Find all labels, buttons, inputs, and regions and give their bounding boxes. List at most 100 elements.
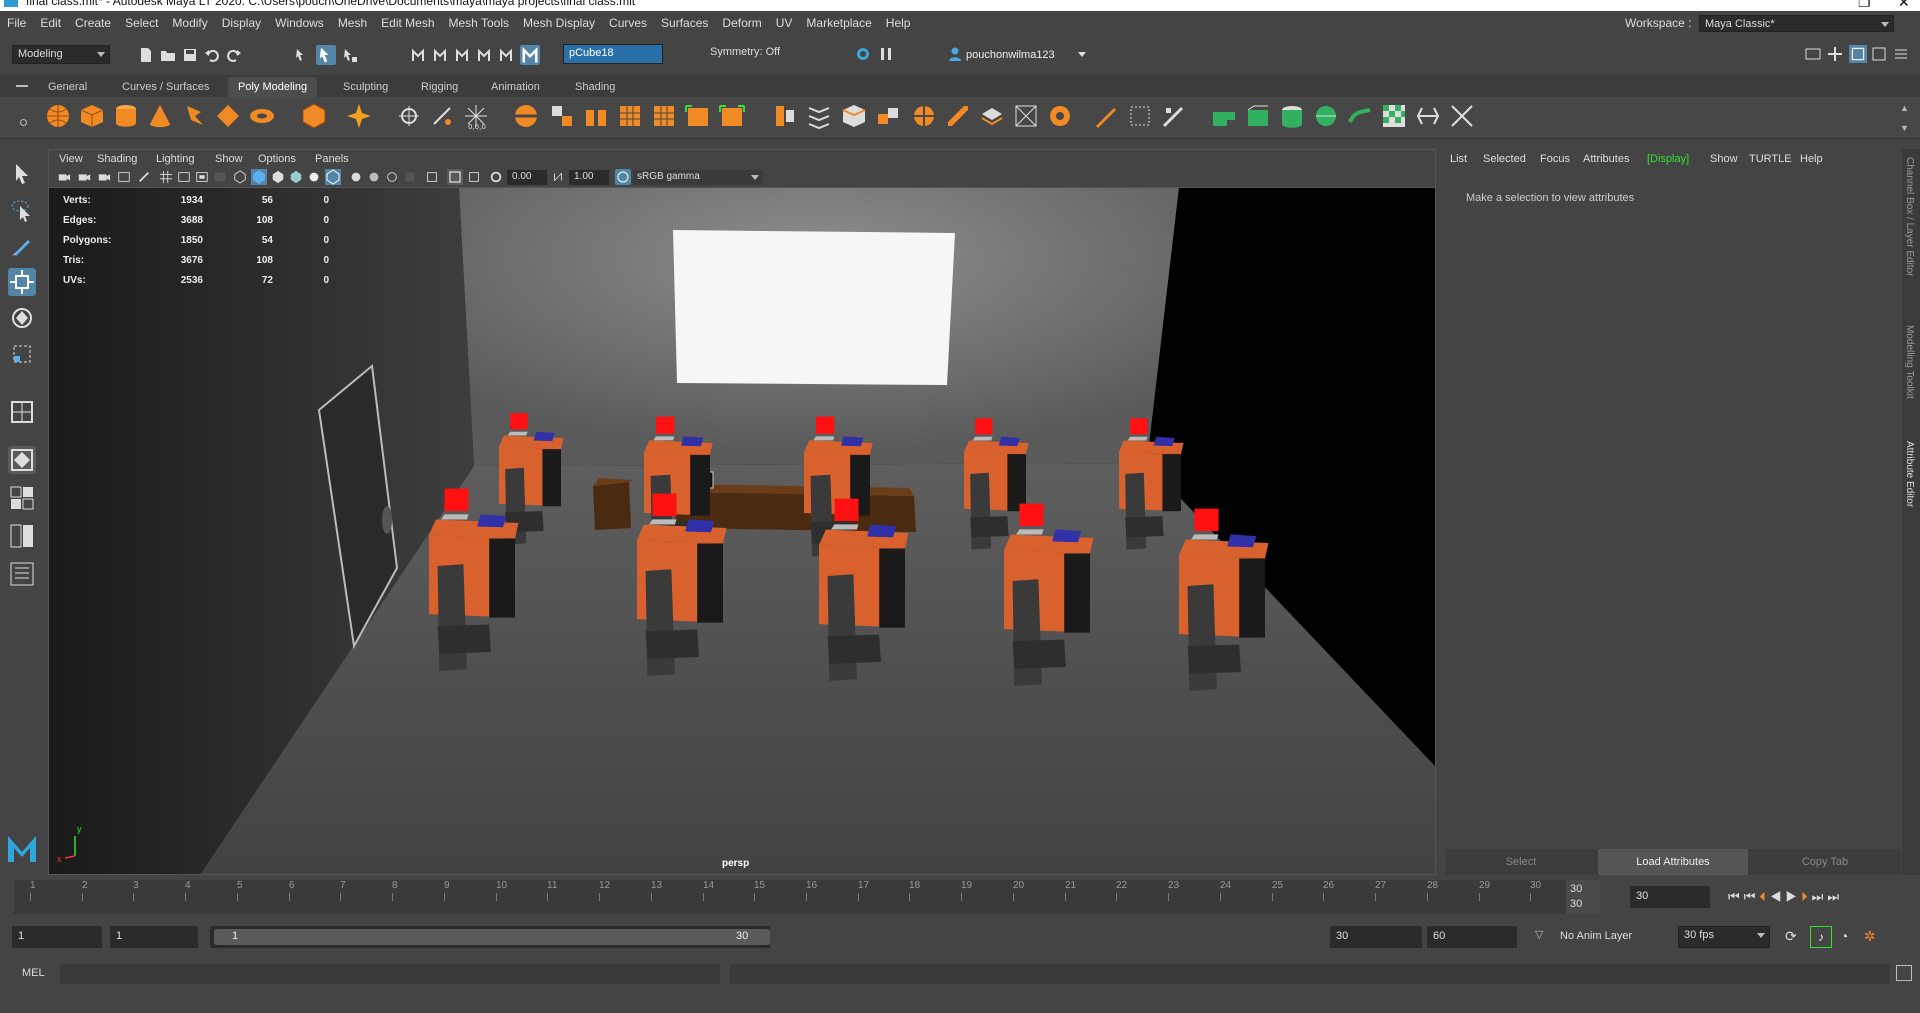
ae-menu-turtle[interactable]: TURTLE xyxy=(1749,153,1792,165)
four-pane-layout-icon[interactable] xyxy=(8,446,36,474)
workspace-dropdown[interactable]: Maya Classic* xyxy=(1699,15,1894,32)
xray-icon[interactable] xyxy=(325,169,341,185)
menu-curves[interactable]: Curves xyxy=(602,16,654,30)
menu-mesh-display[interactable]: Mesh Display xyxy=(516,16,602,30)
crease-icon[interactable] xyxy=(1012,102,1040,130)
append-polygon-icon[interactable] xyxy=(616,102,644,130)
play-backwards-icon[interactable]: ◀ xyxy=(1770,889,1786,904)
target-weld-icon[interactable] xyxy=(718,102,746,130)
cylindrical-map-icon[interactable] xyxy=(1278,102,1306,130)
menu-deform[interactable]: Deform xyxy=(715,16,768,30)
ae-menu-help[interactable]: Help xyxy=(1800,153,1823,165)
gamma-icon[interactable] xyxy=(551,170,565,184)
camera-attributes-icon[interactable] xyxy=(77,170,91,184)
ae-copy-tab-button[interactable]: Copy Tab xyxy=(1750,849,1900,875)
scale-tool-icon[interactable] xyxy=(8,340,36,368)
exposure-icon[interactable] xyxy=(489,170,503,184)
planar-map-icon[interactable] xyxy=(1244,102,1272,130)
combine-icon[interactable] xyxy=(395,102,423,130)
2d-pan-zoom-icon[interactable] xyxy=(137,170,151,184)
viewport-menu-lighting[interactable]: Lighting xyxy=(156,153,195,165)
menu-uv[interactable]: UV xyxy=(769,16,800,30)
select-by-hierarchy-icon[interactable] xyxy=(294,47,310,63)
auto-key-icon[interactable]: ◔ xyxy=(1840,928,1848,944)
menu-modify[interactable]: Modify xyxy=(165,16,214,30)
fps-dropdown[interactable]: 30 fps xyxy=(1678,926,1770,948)
duplicate-face-icon[interactable] xyxy=(978,102,1006,130)
multi-cut-icon[interactable] xyxy=(684,102,712,130)
snap-grid-icon[interactable] xyxy=(410,47,426,63)
snap-live-icon[interactable] xyxy=(498,47,514,63)
uv-sew-icon[interactable] xyxy=(1448,102,1476,130)
poly-cone-icon[interactable] xyxy=(146,102,174,130)
circularize-icon[interactable] xyxy=(805,102,833,130)
poly-cube-icon[interactable] xyxy=(78,102,106,130)
menu-select[interactable]: Select xyxy=(118,16,165,30)
poly-torus-icon[interactable] xyxy=(180,102,208,130)
move-tool-icon[interactable] xyxy=(8,268,36,296)
user-name[interactable]: pouchonwilma123 xyxy=(966,49,1055,61)
step-forward-key-icon[interactable]: ⏭ xyxy=(1812,889,1828,904)
viewport-menu-options[interactable]: Options xyxy=(258,153,296,165)
loop-icon[interactable]: ⟳ xyxy=(1785,928,1797,945)
anim-prefs-icon[interactable]: ✲ xyxy=(1864,928,1876,945)
menu-create[interactable]: Create xyxy=(68,16,118,30)
snap-active-icon[interactable] xyxy=(520,45,540,65)
object-name-field[interactable]: pCube18 xyxy=(563,44,663,64)
wireframe-icon[interactable] xyxy=(233,170,247,184)
menu-edit[interactable]: Edit xyxy=(33,16,68,30)
open-scene-icon[interactable] xyxy=(160,47,176,63)
select-by-component-icon[interactable] xyxy=(342,47,358,63)
select-camera-icon[interactable] xyxy=(57,170,71,184)
wireframe-on-shaded-icon[interactable] xyxy=(271,170,285,184)
step-forward-frame-icon[interactable]: ⏵ xyxy=(1801,889,1812,904)
range-slider[interactable]: 1 30 xyxy=(210,926,770,948)
gate-mask-icon[interactable] xyxy=(213,170,227,184)
menu-windows[interactable]: Windows xyxy=(268,16,331,30)
menu-mesh[interactable]: Mesh xyxy=(331,16,374,30)
poly-disc-icon[interactable] xyxy=(248,102,276,130)
grid-icon[interactable] xyxy=(159,170,173,184)
tab-attribute-editor[interactable]: Attribute Editor xyxy=(1904,441,1915,507)
fill-hole-icon[interactable] xyxy=(650,102,678,130)
redo-icon[interactable] xyxy=(226,47,242,63)
checker-map-icon[interactable] xyxy=(1380,102,1408,130)
rotate-tool-icon[interactable] xyxy=(8,304,36,332)
chevron-down-icon[interactable]: ▽ xyxy=(1535,928,1543,941)
outliner-icon[interactable] xyxy=(8,560,36,588)
time-ruler[interactable]: 1 2 3 4 5 6 7 8 9 10 11 12 13 14 15 16 17 18 19 20 21 22 23 24 2… xyxy=(14,880,1566,914)
shelf-scroll-up-icon[interactable]: ▲ xyxy=(1900,103,1909,113)
menu-file[interactable]: File xyxy=(0,16,33,30)
script-editor-icon[interactable] xyxy=(1896,965,1912,981)
exposure-field[interactable]: 0.00 xyxy=(507,170,547,185)
modeling-toolkit-icon[interactable] xyxy=(1827,46,1843,62)
tab-sculpting[interactable]: Sculpting xyxy=(333,79,398,95)
textured-icon[interactable] xyxy=(289,170,303,184)
tab-curves-surfaces[interactable]: Curves / Surfaces xyxy=(112,79,219,95)
mode-dropdown[interactable]: Modeling xyxy=(12,45,110,64)
poly-plane-icon[interactable] xyxy=(214,102,242,130)
ae-menu-list[interactable]: List xyxy=(1450,153,1467,165)
close-icon[interactable]: ✕ xyxy=(1898,0,1910,11)
ae-select-button[interactable]: Select xyxy=(1446,849,1596,875)
ae-menu-selected[interactable]: Selected xyxy=(1483,153,1526,165)
play-forwards-icon[interactable]: ▶ xyxy=(1786,889,1802,904)
delete-edge-icon[interactable] xyxy=(1046,102,1074,130)
menu-edit-mesh[interactable]: Edit Mesh xyxy=(374,16,441,30)
tab-general[interactable]: General xyxy=(38,79,97,95)
shadows-icon[interactable] xyxy=(349,170,363,184)
spherical-map-icon[interactable] xyxy=(1312,102,1340,130)
snap-point-icon[interactable] xyxy=(454,47,470,63)
current-frame-marker[interactable]: 30 30 xyxy=(1566,880,1600,914)
resolution-gate-icon[interactable] xyxy=(195,170,209,184)
perspective-viewport[interactable]: Verts: 1934 56 0 Edges: 3688 108 0 Polygons: 18… xyxy=(48,187,1436,875)
undo-icon[interactable] xyxy=(204,47,220,63)
tab-channel-box[interactable]: Channel Box / Layer Editor xyxy=(1904,157,1915,277)
color-management-icon[interactable] xyxy=(615,169,631,185)
render-frame-icon[interactable] xyxy=(855,46,871,62)
wedge-icon[interactable] xyxy=(944,102,972,130)
tab-rigging[interactable]: Rigging xyxy=(411,79,468,95)
tab-modelling-toolkit[interactable]: Modelling Toolkit xyxy=(1904,325,1915,399)
viewport-menu-view[interactable]: View xyxy=(59,153,83,165)
tab-shading[interactable]: Shading xyxy=(565,79,625,95)
